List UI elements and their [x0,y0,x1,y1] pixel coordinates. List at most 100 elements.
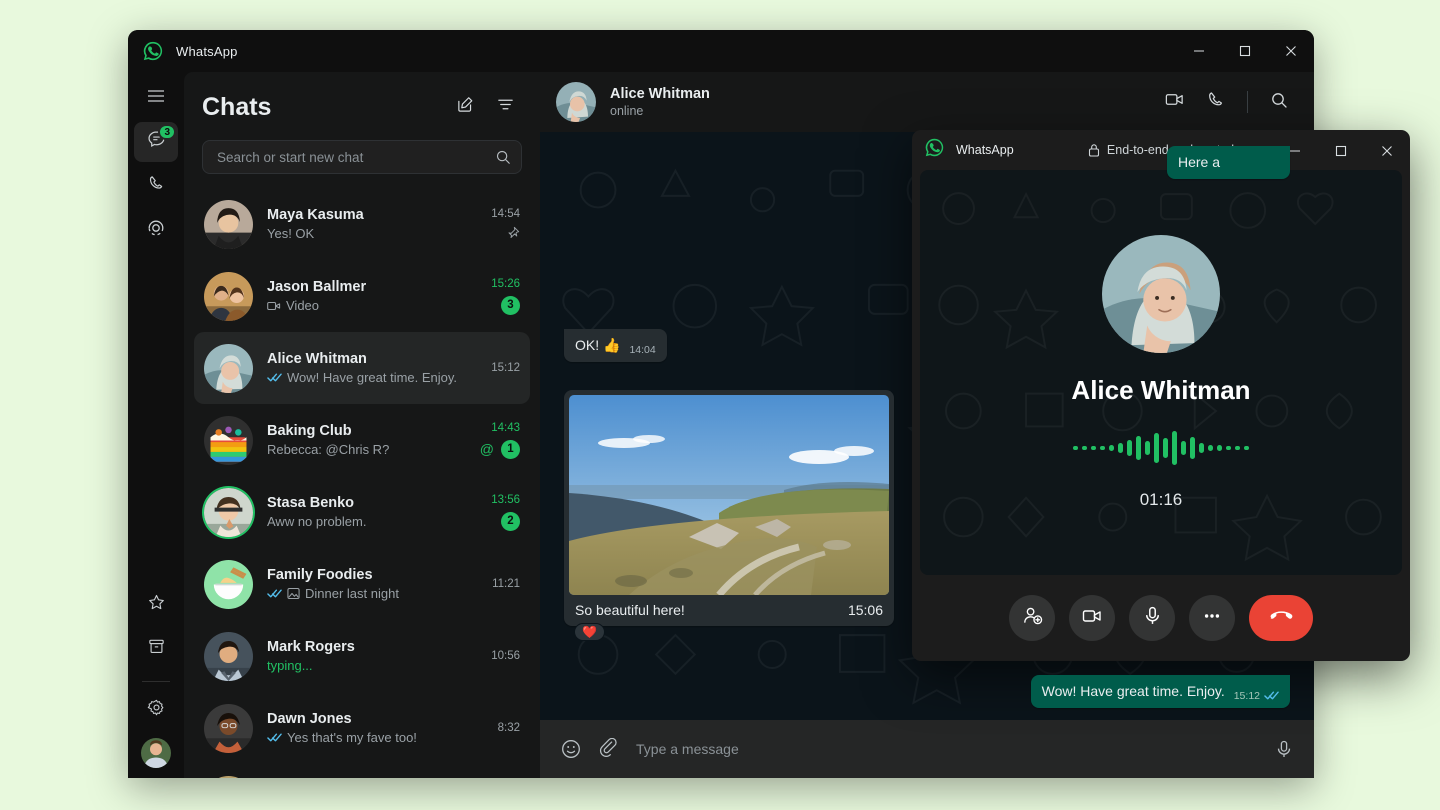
waveform-bar [1235,446,1240,450]
contact-avatar[interactable] [556,82,596,122]
message-bubble[interactable]: Here a [1167,146,1290,179]
microphone-icon[interactable] [1274,739,1294,759]
waveform-bar [1226,446,1231,450]
sidebar-item-calls[interactable] [134,166,178,206]
waveform-bar [1109,445,1114,451]
message-bubble[interactable]: OK! 👍14:04 [564,329,667,362]
status-circle-icon [146,218,166,243]
waveform-bar [1154,433,1159,463]
avatar [204,344,253,393]
chat-list-item[interactable]: Mark Rogerstyping...10:56 [194,620,530,692]
sidebar-item-starred[interactable] [134,585,178,625]
chat-name: Maya Kasuma [267,207,483,223]
message-text: Here a [1178,153,1220,172]
chat-timestamp: 8:32 [498,722,520,734]
new-chat-button[interactable] [448,90,482,124]
minimize-button[interactable] [1176,30,1222,72]
voice-call-button[interactable] [1197,83,1235,121]
sidebar-item-status[interactable] [134,210,178,250]
chat-list-item[interactable]: Alice WhitmanWow! Have great time. Enjoy… [194,332,530,404]
maximize-button[interactable] [1222,30,1268,72]
chat-preview: Rebecca: @Chris R? [267,442,472,457]
chat-preview: Dinner last night [267,586,484,601]
search-input[interactable] [217,150,495,165]
chat-preview-text: Wow! Have great time. Enjoy. [287,370,457,385]
avatar [204,776,253,779]
waveform-bar [1073,446,1078,450]
waveform-bar [1163,438,1168,458]
search-icon[interactable] [495,149,511,165]
chat-preview-text: Aww no problem. [267,514,366,529]
audio-waveform [1073,428,1249,468]
message-bubble[interactable]: Wow! Have great time. Enjoy.15:12 [1031,675,1290,708]
read-receipt-ticks-icon [267,588,282,599]
contact-status: online [610,104,710,118]
waveform-bar [1145,441,1150,455]
avatar [204,632,253,681]
whatsapp-logo-icon [142,40,164,62]
gear-icon [147,698,166,722]
chat-list-item[interactable]: Baking Club Rebecca: @Chris R? 14:43 @1 [194,404,530,476]
waveform-bar [1100,446,1105,450]
phone-icon [147,174,166,198]
call-maximize-button[interactable] [1318,130,1364,172]
filter-chats-button[interactable] [488,90,522,124]
chat-preview-text: Dinner last night [305,586,399,601]
chat-list-item[interactable]: Ziggy Woodley8:12 [194,764,530,778]
video-call-button[interactable] [1155,83,1193,121]
chat-list-panel: Chats [184,72,540,778]
waveform-bar [1172,431,1177,465]
unread-indicators: 3 [501,296,520,315]
unread-count-badge: 2 [501,512,520,531]
unread-count-badge: 3 [501,296,520,315]
search-in-chat-button[interactable] [1260,83,1298,121]
sidebar-item-chats[interactable]: 3 [134,122,178,162]
chat-list-item[interactable]: Jason BallmerVideo15:263 [194,260,530,332]
filter-icon [496,95,515,119]
hamburger-menu-button[interactable] [134,78,178,118]
chat-preview: Aww no problem. [267,514,483,529]
chat-list-item[interactable]: Stasa BenkoAww no problem.13:562 [194,476,530,548]
window-titlebar: WhatsApp [128,30,1314,72]
chat-list-item[interactable]: Family FoodiesDinner last night11:21 [194,548,530,620]
page-title: Chats [202,93,271,122]
waveform-bar [1199,443,1204,453]
archive-icon [147,637,166,661]
message-input[interactable] [636,741,1258,757]
unread-indicators: 2 [501,512,520,531]
unread-indicators: @1 [480,440,520,459]
chat-timestamp: 10:56 [491,650,520,662]
conversation-panel: Alice Whitman online [540,72,1314,778]
phone-icon [1206,90,1226,115]
video-camera-icon [1164,89,1185,115]
sidebar-item-settings[interactable] [134,690,178,730]
chat-list-item[interactable]: Dawn JonesYes that's my fave too!8:32 [194,692,530,764]
message-area[interactable]: Here a OK! 👍14:04 So beautiful here!15:06❤… [540,132,1314,720]
video-icon [267,300,281,312]
chats-unread-badge: 3 [158,124,176,140]
header-divider [1247,91,1248,113]
profile-avatar[interactable] [141,738,171,768]
sidebar-item-archived[interactable] [134,629,178,669]
chat-list-item[interactable]: Maya KasumaYes! OK14:54 [194,188,530,260]
avatar [204,416,253,465]
message-photo[interactable] [569,395,889,595]
call-close-button[interactable] [1364,130,1410,172]
chat-list[interactable]: Maya KasumaYes! OK14:54Jason BallmerVide… [184,184,540,778]
star-icon [147,593,166,617]
search-box[interactable] [202,140,522,174]
message-timestamp: 15:12 [1234,689,1260,703]
waveform-bar [1127,440,1132,456]
image-caption: So beautiful here! [575,602,685,618]
chat-timestamp: 14:43 [491,422,520,434]
call-duration-timer: 01:16 [1140,490,1183,510]
waveform-bar [1217,445,1222,451]
paperclip-icon[interactable] [598,738,620,760]
emoji-smiley-icon[interactable] [560,738,582,760]
close-button[interactable] [1268,30,1314,72]
chat-timestamp: 13:56 [491,494,520,506]
chat-name: Jason Ballmer [267,279,483,295]
message-reaction[interactable]: ❤️ [574,623,605,641]
chat-name: Baking Club [267,423,472,439]
image-message-bubble[interactable]: So beautiful here!15:06❤️ [564,390,894,626]
